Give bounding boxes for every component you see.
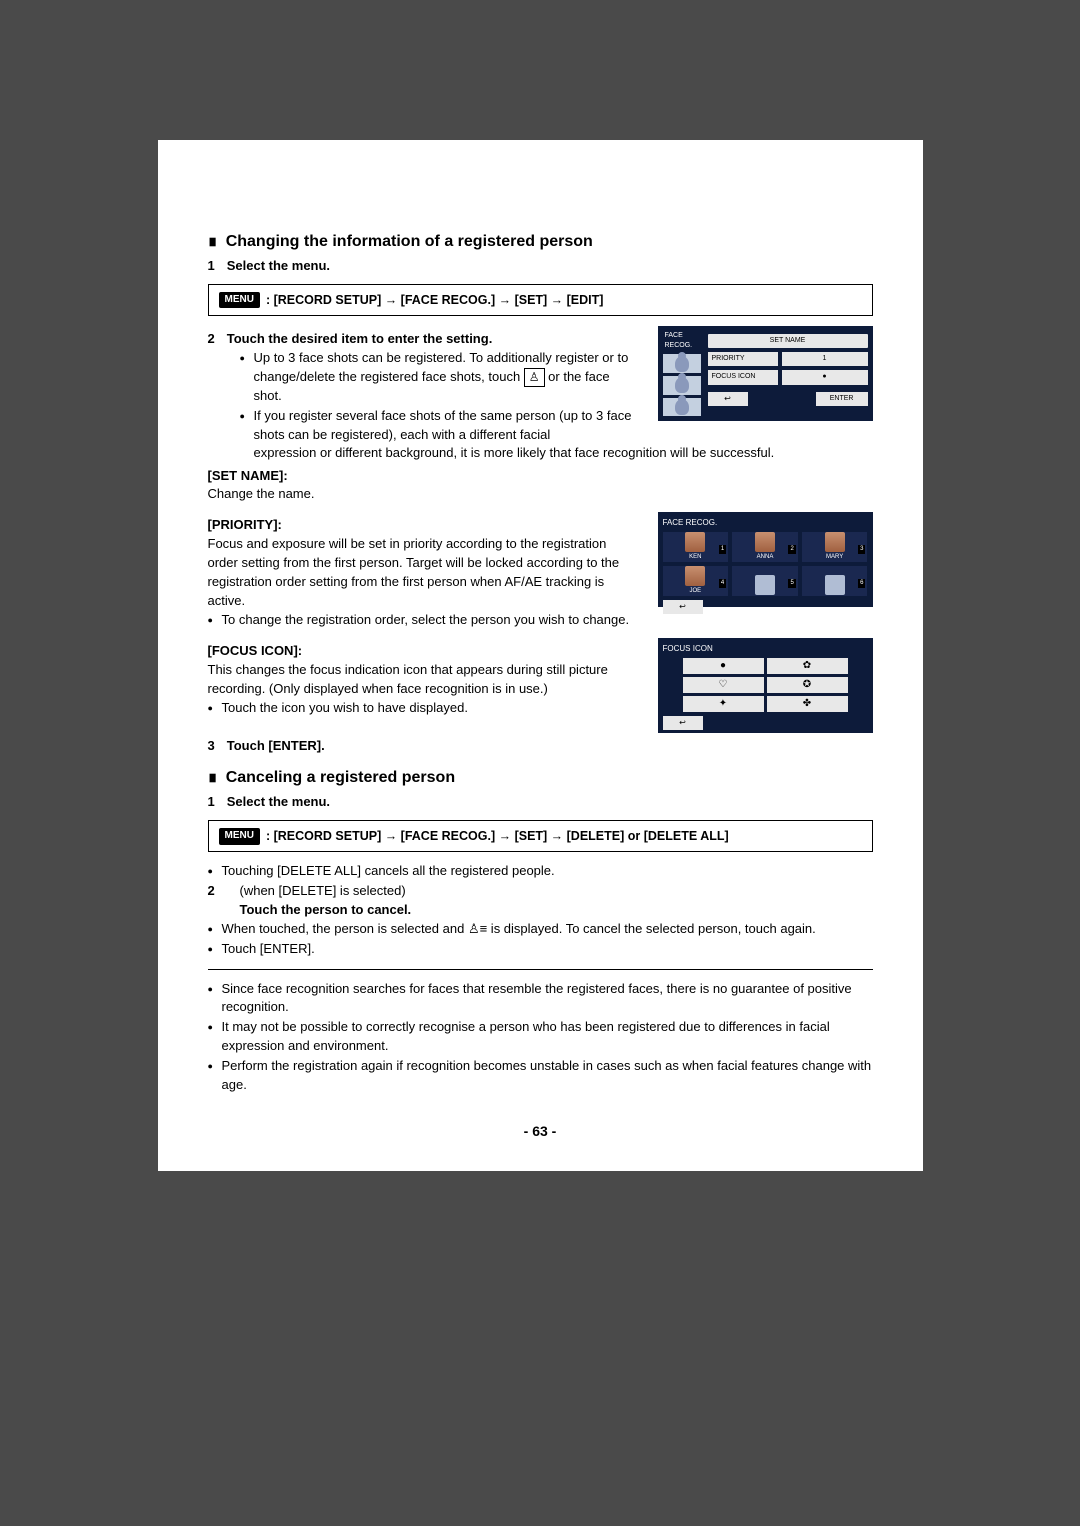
setname-button[interactable]: SET NAME [708,334,868,348]
ui-screenshot-1: FACE RECOG. SET NAME PRIORITY 1 FOCUS IC… [658,326,873,421]
focus-icon-option[interactable]: ✤ [767,696,848,712]
face-tile [663,398,701,417]
back-button[interactable]: ↩ [663,716,703,730]
menu-pill: MENU [219,828,260,845]
priority-label: [PRIORITY]: [208,516,640,535]
ui2-title: FACE RECOG. [663,517,868,529]
person-tile[interactable]: MARY3 [802,532,868,562]
menu-path-text: : [RECORD SETUP] → [FACE RECOG.] → [SET]… [266,291,604,309]
ui-screenshot-2: FACE RECOG. KEN1 ANNA2 MARY3 JOE4 5 6 ↩ [658,512,873,607]
person-tile[interactable]: KEN1 [663,532,729,562]
s2-step2-label: Touch the person to cancel. [208,901,873,920]
enter-button[interactable]: ENTER [816,392,868,406]
s2-step2: 2(when [DELETE] is selected) [208,882,873,901]
focus-icon-option[interactable]: ✿ [767,658,848,674]
step3-header: 3 Touch [ENTER]. [208,737,873,756]
step2-num: 2 [208,331,215,346]
face-tile [663,376,701,395]
note-1: Since face recognition searches for face… [208,980,873,1018]
focusicon-text: This changes the focus indication icon t… [208,661,640,699]
bullet-delete-all: Touching [DELETE ALL] cancels all the re… [208,862,873,881]
divider [208,969,873,970]
face-tile [663,354,701,373]
priority-value: 1 [782,352,868,366]
menu-path-box-1: MENU : [RECORD SETUP] → [FACE RECOG.] → … [208,284,873,316]
menu-pill: MENU [219,292,260,309]
ui1-title: FACE RECOG. [663,331,703,351]
focus-icon-option[interactable]: ● [683,658,764,674]
section2-title: Canceling a registered person [226,769,455,786]
document-page: ∎ Changing the information of a registere… [158,140,923,1171]
bullet-touch-enter: Touch [ENTER]. [208,940,873,959]
back-button[interactable]: ↩ [663,600,703,614]
focusicon-value: ● [782,370,868,384]
s2-step1-label: Select the menu. [227,794,330,809]
section2-header: ∎ Canceling a registered person [208,766,873,789]
focusicon-bullet: Touch the icon you wish to have displaye… [208,699,640,718]
step1-label: Select the menu. [227,258,330,273]
ui-screenshot-3: FOCUS ICON ● ✿ ♡ ✪ ✦ ✤ ↩ [658,638,873,733]
person-tile[interactable]: 6 [802,566,868,596]
bullet-touch-selected: When touched, the person is selected and… [208,920,873,939]
selected-person-icon: ♙≡ [468,921,487,936]
block-marker: ∎ [208,233,218,250]
bullet-face-shots: Up to 3 face shots can be registered. To… [240,349,640,406]
s2-step1-num: 1 [208,794,215,809]
priority-bullet: To change the registration order, select… [208,611,640,630]
step3-num: 3 [208,738,215,753]
priority-text: Focus and exposure will be set in priori… [208,535,640,610]
setname-text: Change the name. [208,485,873,504]
focusicon-label: [FOCUS ICON]: [208,642,640,661]
note-2: It may not be possible to correctly reco… [208,1018,873,1056]
focus-icon-option[interactable]: ♡ [683,677,764,693]
focus-icon-option[interactable]: ✦ [683,696,764,712]
face-icon-placeholder: ♙ [524,368,545,387]
page-number: - 63 - [208,1121,873,1141]
step2-header: 2 Touch the desired item to enter the set… [208,330,640,349]
focusicon-button[interactable]: FOCUS ICON [708,370,778,384]
priority-button[interactable]: PRIORITY [708,352,778,366]
bullet-continuation: expression or different background, it i… [208,444,873,463]
focus-icon-option[interactable]: ✪ [767,677,848,693]
section1-header: ∎ Changing the information of a registere… [208,230,873,253]
person-tile[interactable]: JOE4 [663,566,729,596]
step2-label: Touch the desired item to enter the sett… [227,331,493,346]
menu-path-text-2: : [RECORD SETUP] → [FACE RECOG.] → [SET]… [266,827,729,845]
section1-title: Changing the information of a registered… [226,233,593,250]
step1-header: 1 Select the menu. [208,257,873,276]
ui3-title: FOCUS ICON [663,643,868,655]
bullet-multiple-shots: If you register several face shots of th… [240,407,640,445]
menu-path-box-2: MENU : [RECORD SETUP] → [FACE RECOG.] → … [208,820,873,852]
s2-step1-header: 1 Select the menu. [208,793,873,812]
setname-label: [SET NAME]: [208,467,873,486]
step3-label: Touch [ENTER]. [227,738,325,753]
person-tile[interactable]: ANNA2 [732,532,798,562]
block-marker: ∎ [208,769,218,786]
note-3: Perform the registration again if recogn… [208,1057,873,1095]
step1-num: 1 [208,258,215,273]
back-button[interactable]: ↩ [708,392,748,406]
person-tile[interactable]: 5 [732,566,798,596]
